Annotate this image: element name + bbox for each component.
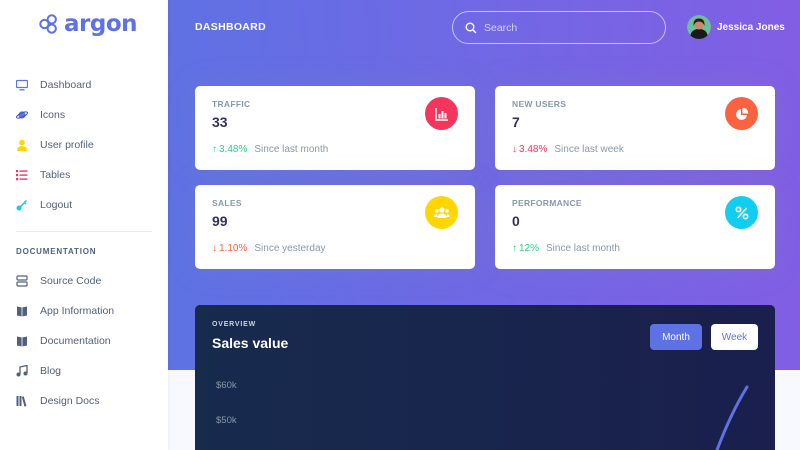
arrow-up-icon: ↑ <box>212 144 217 155</box>
stat-value: 99 <box>212 213 228 229</box>
month-toggle-button[interactable]: Month <box>650 324 702 350</box>
sidebar-item-icons[interactable]: Icons <box>0 100 168 130</box>
stat-footer: ↓ 3.48% Since last week <box>512 144 624 155</box>
overview-subtitle: OVERVIEW <box>212 321 257 328</box>
user-icon <box>16 139 28 151</box>
stat-footer: ↑ 12% Since last month <box>512 243 620 254</box>
week-toggle-button[interactable]: Week <box>711 324 758 350</box>
sidebar-item-label: Design Docs <box>40 395 100 407</box>
arrow-down-icon: ↓ <box>212 243 217 254</box>
stat-footer: ↑ 3.48% Since last month <box>212 144 328 155</box>
sidebar: argon Dashboard Icons User profile Table… <box>0 0 168 450</box>
stat-value: 7 <box>512 114 520 130</box>
book-icon <box>16 335 28 347</box>
stat-footer: ↓ 1.10% Since yesterday <box>212 243 326 254</box>
code-icon <box>16 275 28 287</box>
sidebar-item-documentation[interactable]: Documentation <box>0 326 168 356</box>
chart-bar-icon <box>425 97 458 130</box>
stat-title: TRAFFIC <box>212 99 251 109</box>
stat-card-new-users: NEW USERS 7 ↓ 3.48% Since last week <box>495 86 775 170</box>
avatar[interactable] <box>687 15 711 39</box>
sidebar-divider <box>16 231 152 232</box>
bullet-list-icon <box>16 169 28 181</box>
sidebar-item-label: Dashboard <box>40 79 92 91</box>
chart-pie-icon <box>725 97 758 130</box>
y-axis-tick-label: $50k <box>216 415 237 426</box>
documentation-nav: Source Code App Information Documentatio… <box>0 266 168 416</box>
tv-icon <box>16 79 28 91</box>
stat-period: Since last week <box>554 144 624 155</box>
sidebar-item-label: Icons <box>40 109 66 121</box>
brand-name: argon <box>64 11 138 37</box>
percent-icon <box>725 196 758 229</box>
stat-change: 12% <box>519 243 540 254</box>
stat-title: PERFORMANCE <box>512 198 582 208</box>
user-name: Jessica Jones <box>717 21 785 33</box>
library-icon <box>16 395 28 407</box>
stat-card-traffic: TRAFFIC 33 ↑ 3.48% Since last month <box>195 86 475 170</box>
sidebar-item-label: Tables <box>40 169 71 181</box>
stat-card-sales: SALES 99 ↓ 1.10% Since yesterday <box>195 185 475 269</box>
sidebar-item-label: Source Code <box>40 275 102 287</box>
stat-value: 33 <box>212 114 228 130</box>
sidebar-item-source-code[interactable]: Source Code <box>0 266 168 296</box>
sidebar-item-tables[interactable]: Tables <box>0 160 168 190</box>
stat-value: 0 <box>512 213 520 229</box>
music-icon <box>16 365 28 377</box>
sidebar-item-blog[interactable]: Blog <box>0 356 168 386</box>
search-box[interactable] <box>452 11 666 44</box>
sidebar-item-logout[interactable]: Logout <box>0 190 168 220</box>
stat-change: 3.48% <box>519 144 548 155</box>
users-icon <box>425 196 458 229</box>
sidebar-item-label: Documentation <box>40 335 111 347</box>
sidebar-item-label: App Information <box>40 305 115 317</box>
stat-period: Since last month <box>254 144 329 155</box>
sidebar-item-label: Blog <box>40 365 62 377</box>
sidebar-item-label: Logout <box>40 199 73 211</box>
book-icon <box>16 305 28 317</box>
stat-change: 1.10% <box>219 243 248 254</box>
key-icon <box>16 199 28 211</box>
stat-period: Since last month <box>546 243 620 254</box>
stat-change: 3.48% <box>219 144 248 155</box>
page-title[interactable]: DASHBOARD <box>195 21 266 33</box>
stat-period: Since yesterday <box>254 243 326 254</box>
stat-title: SALES <box>212 198 242 208</box>
brand-logo[interactable]: argon <box>38 10 138 38</box>
stat-title: NEW USERS <box>512 99 567 109</box>
sidebar-item-user-profile[interactable]: User profile <box>0 130 168 160</box>
planet-icon <box>16 109 28 121</box>
stat-card-performance: PERFORMANCE 0 ↑ 12% Since last month <box>495 185 775 269</box>
sidebar-item-app-information[interactable]: App Information <box>0 296 168 326</box>
sidebar-item-dashboard[interactable]: Dashboard <box>0 70 168 100</box>
sidebar-item-label: User profile <box>40 139 94 151</box>
arrow-up-icon: ↑ <box>512 243 517 254</box>
y-axis-tick-label: $60k <box>216 380 237 391</box>
search-icon <box>465 22 477 33</box>
search-input[interactable] <box>484 21 654 34</box>
user-menu[interactable]: Jessica Jones <box>687 15 785 39</box>
sales-overview-card: OVERVIEW Sales value Month Week $60k $50… <box>195 305 775 450</box>
argon-logo-icon <box>39 14 57 34</box>
arrow-down-icon: ↓ <box>512 144 517 155</box>
documentation-heading: DOCUMENTATION <box>16 247 97 256</box>
sidebar-item-design-docs[interactable]: Design Docs <box>0 386 168 416</box>
main-nav: Dashboard Icons User profile Tables Logo… <box>0 70 168 220</box>
overview-title: Sales value <box>212 335 289 351</box>
